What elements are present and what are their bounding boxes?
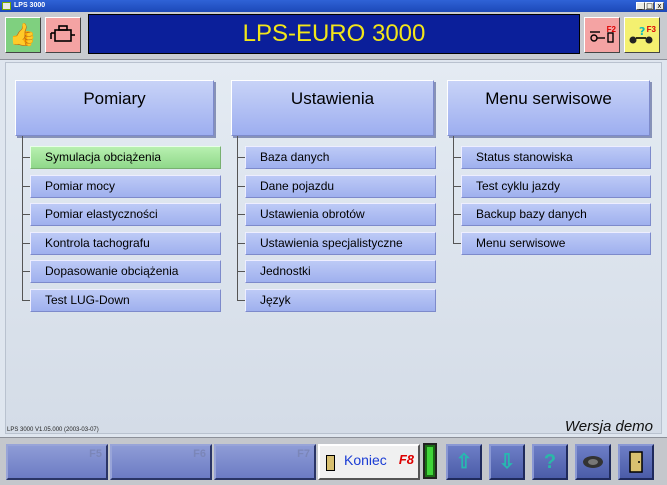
thumbs-up-icon: 👍: [9, 22, 37, 47]
menu-item-test-lug-down[interactable]: Test LUG-Down: [30, 289, 221, 312]
status-led-icon: [423, 443, 437, 479]
thumbs-up-button[interactable]: 👍: [5, 17, 41, 53]
column-header-ustawienia[interactable]: Ustawienia: [231, 80, 434, 136]
f5-key-label: F5: [89, 448, 102, 460]
tree-line: [22, 136, 23, 300]
door-icon: [629, 451, 643, 473]
f3-button[interactable]: F3 ?: [624, 17, 660, 53]
arrow-up-button[interactable]: ⇧: [446, 444, 482, 480]
tree-line: [453, 136, 454, 243]
version-label: LPS 3000 V1.05.000 (2003-03-07): [7, 427, 99, 433]
menu-item-test-cyklu-jazdy[interactable]: Test cyklu jazdy: [461, 175, 651, 198]
app-icon: [2, 2, 11, 10]
engine-icon: [50, 25, 75, 42]
menu-item-dopasowanie-obciazenia[interactable]: Dopasowanie obciążenia: [30, 260, 221, 283]
menu-item-ustawienia-obrotow[interactable]: Ustawienia obrotów: [245, 203, 436, 226]
menu-item-jednostki[interactable]: Jednostki: [245, 260, 436, 283]
menu-item-baza-danych[interactable]: Baza danych: [245, 146, 436, 169]
menu-item-dane-pojazdu[interactable]: Dane pojazdu: [245, 175, 436, 198]
menu-item-kontrola-tachografu[interactable]: Kontrola tachografu: [30, 232, 221, 255]
door-icon: [326, 455, 335, 471]
footer-bar: F5 F6 F7 Koniec F8 ⇧ ⇩ ?: [0, 437, 667, 485]
f3-key-label: F3: [646, 25, 656, 34]
window-title: LPS 3000: [14, 2, 46, 9]
tree-line: [237, 136, 238, 300]
header-bar: 👍 LPS-EURO 3000 F2 F3 ?: [0, 12, 667, 60]
column-header-menu-serwisowe[interactable]: Menu serwisowe: [447, 80, 650, 136]
f2-key-label: F2: [606, 25, 616, 34]
engine-button[interactable]: [45, 17, 81, 53]
arrow-down-button[interactable]: ⇩: [489, 444, 525, 480]
demo-label: Wersja demo: [564, 418, 653, 435]
svg-text:?: ?: [639, 25, 645, 38]
window-title-bar: LPS 3000 _ □ x: [0, 0, 667, 12]
app-banner: LPS-EURO 3000: [88, 14, 580, 54]
f5-button[interactable]: F5: [6, 444, 108, 480]
roller-icon: [583, 456, 603, 468]
f6-key-label: F6: [193, 448, 206, 460]
arrow-up-icon: ⇧: [455, 451, 473, 473]
menu-item-jezyk[interactable]: Język: [245, 289, 436, 312]
help-button[interactable]: ?: [532, 444, 568, 480]
exit-door-button[interactable]: [618, 444, 654, 480]
f2-button[interactable]: F2: [584, 17, 620, 53]
arrow-down-icon: ⇩: [498, 451, 516, 473]
exit-button[interactable]: Koniec F8: [318, 444, 420, 480]
menu-item-pomiar-mocy[interactable]: Pomiar mocy: [30, 175, 221, 198]
close-button[interactable]: x: [655, 2, 664, 10]
menu-item-backup-bazy-danych[interactable]: Backup bazy danych: [461, 203, 651, 226]
f6-button[interactable]: F6: [110, 444, 212, 480]
column-header-pomiary[interactable]: Pomiary: [15, 80, 214, 136]
menu-item-symulacja-obciazenia[interactable]: Symulacja obciążenia: [30, 146, 221, 169]
menu-item-pomiar-elastycznosci[interactable]: Pomiar elastyczności: [30, 203, 221, 226]
exit-label: Koniec: [344, 452, 387, 468]
minimize-button[interactable]: _: [636, 2, 645, 10]
engine-tool-button[interactable]: [575, 444, 611, 480]
f7-key-label: F7: [297, 448, 310, 460]
menu-item-ustawienia-specjalistyczne[interactable]: Ustawienia specjalistyczne: [245, 232, 436, 255]
help-icon: ?: [543, 451, 557, 473]
maximize-button[interactable]: □: [645, 2, 654, 10]
f7-button[interactable]: F7: [214, 444, 316, 480]
menu-item-status-stanowiska[interactable]: Status stanowiska: [461, 146, 651, 169]
menu-item-menu-serwisowe[interactable]: Menu serwisowe: [461, 232, 651, 255]
exit-key-label: F8: [398, 452, 414, 467]
